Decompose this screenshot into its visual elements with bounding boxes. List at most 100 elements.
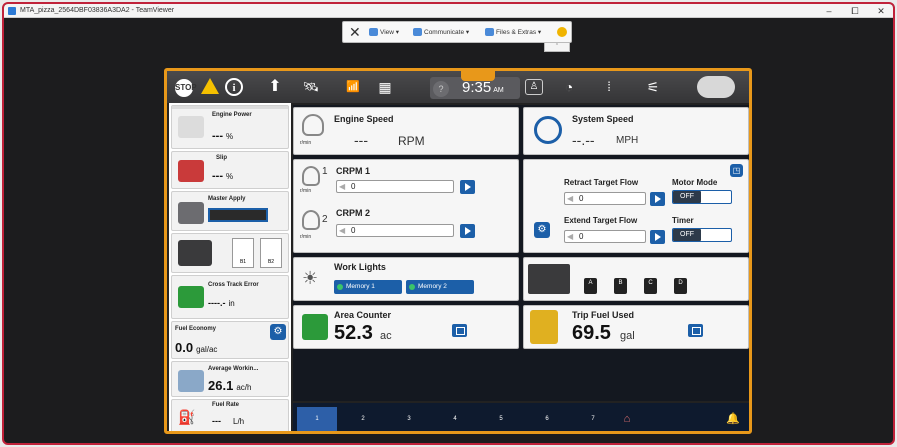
page-tab-3[interactable]: 3 xyxy=(389,407,429,431)
timer-toggle[interactable]: OFF xyxy=(672,228,732,242)
area-counter-reset-button[interactable] xyxy=(452,324,467,337)
slip-card[interactable]: Slip ---% xyxy=(171,151,289,189)
section-control-card[interactable]: B1 B2 xyxy=(171,233,289,273)
crpm2-slider[interactable]: ◀ 0 xyxy=(336,224,454,237)
teamviewer-status-icon[interactable] xyxy=(557,27,567,37)
sidebar: Engine Power ---% Slip ---% Master Apply… xyxy=(169,103,291,431)
arrow-up-icon[interactable]: ⬆ xyxy=(265,77,285,97)
page-tab-bar: 1 2 3 4 5 6 7 ⌂ 🔔 xyxy=(293,403,749,431)
section-b2[interactable]: B2 xyxy=(260,238,282,268)
sequence-a-button[interactable]: A xyxy=(584,278,597,294)
crpm2-icon xyxy=(302,210,320,230)
retract-decrease-icon[interactable]: ◀ xyxy=(567,194,573,203)
crpm-card: 1 r/min CRPM 1 ◀ 0 2 r/min CRPM 2 ◀ 0 xyxy=(293,159,519,253)
crpm1-slider[interactable]: ◀ 0 xyxy=(336,180,454,193)
page-tab-1[interactable]: 1 xyxy=(297,407,337,431)
engine-speed-value: --- xyxy=(354,132,368,148)
wifi-signal-icon[interactable]: 📶 xyxy=(343,77,363,97)
crpm2-title: CRPM 2 xyxy=(336,208,371,218)
files-icon xyxy=(485,28,494,37)
engine-power-card[interactable]: Engine Power ---% xyxy=(171,105,289,149)
motor-mode-toggle[interactable]: OFF xyxy=(672,190,732,204)
home-button[interactable] xyxy=(697,76,735,98)
window-titlebar: MTA_pizza_2564DBF03836A3DA2 - TeamViewer… xyxy=(4,4,893,18)
crpm2-apply-button[interactable] xyxy=(460,224,475,238)
help-icon[interactable]: ? xyxy=(433,81,449,97)
expand-icon[interactable]: ◳ xyxy=(730,164,743,177)
crpm1-value: 0 xyxy=(351,182,356,191)
master-apply-card[interactable]: Master Apply xyxy=(171,191,289,231)
engine-power-value: ---% xyxy=(212,130,233,142)
crpm2-number: 2 xyxy=(322,214,328,225)
engine-power-unit: % xyxy=(226,132,234,141)
card-header-bar xyxy=(172,106,288,109)
view-menu[interactable]: View ▾ xyxy=(369,28,399,37)
slip-number: --- xyxy=(212,170,223,182)
operator-icon[interactable]: ♙ xyxy=(525,79,543,95)
master-apply-label: Master Apply xyxy=(208,196,246,202)
crpm1-decrease-icon[interactable]: ◀ xyxy=(339,182,345,191)
machine-display: STOP i ⬆ 🛰 📶 ▦ ? 9:35 AM ♙ ◔ ⁞ ⚟ Engine P… xyxy=(164,68,752,434)
main-panel: r/min Engine Speed --- RPM System Speed … xyxy=(293,105,749,401)
speedometer-icon xyxy=(534,116,562,144)
master-apply-bar[interactable] xyxy=(208,208,268,222)
implement-icon[interactable]: ⚟ xyxy=(643,77,663,97)
engine-power-number: --- xyxy=(212,130,223,142)
grid-menu-icon[interactable]: ▦ xyxy=(375,77,395,97)
fuel-economy-card[interactable]: Fuel Economy ⚙ 0.0 gal/ac xyxy=(171,321,289,359)
engine-speed-icon xyxy=(302,114,324,136)
view-icon xyxy=(369,28,378,37)
retract-flow-slider[interactable]: ◀ 0 xyxy=(564,192,646,205)
communicate-menu[interactable]: Communicate ▾ xyxy=(413,28,469,37)
files-extras-menu[interactable]: Files & Extras ▾ xyxy=(485,28,541,37)
hydraulics-icon[interactable]: ⁞ xyxy=(599,77,619,97)
cross-track-card[interactable]: Cross Track Error ----.- in xyxy=(171,275,289,319)
trip-fuel-reset-button[interactable] xyxy=(688,324,703,337)
warning-icon[interactable] xyxy=(201,78,219,94)
close-session-icon[interactable]: ✕ xyxy=(349,24,361,40)
sequence-d-button[interactable]: D xyxy=(674,278,687,294)
page-tab-4[interactable]: 4 xyxy=(435,407,475,431)
area-rate-icon xyxy=(178,370,204,392)
fuel-economy-number: 0.0 xyxy=(175,340,194,355)
engine-speed-card[interactable]: r/min Engine Speed --- RPM xyxy=(293,107,519,155)
page-tab-6[interactable]: 6 xyxy=(527,407,567,431)
engine-speed-unit: RPM xyxy=(398,134,425,148)
area-counter-value: 52.3 xyxy=(334,322,373,344)
maximize-button[interactable]: ⧠ xyxy=(842,5,868,17)
satellite-icon[interactable]: 🛰 xyxy=(301,77,321,97)
minimize-button[interactable]: – xyxy=(816,5,842,17)
memory-1-button[interactable]: Memory 1 xyxy=(334,280,402,294)
sequence-b-button[interactable]: B xyxy=(614,278,627,294)
extend-decrease-icon[interactable]: ◀ xyxy=(567,232,573,241)
sequence-c-button[interactable]: C xyxy=(644,278,657,294)
cross-track-number: ----.- xyxy=(208,298,226,308)
page-edit-icon[interactable]: ⌂ xyxy=(607,407,647,431)
close-window-button[interactable]: ✕ xyxy=(868,5,893,17)
area-counter-unit: ac xyxy=(380,330,392,342)
trip-fuel-card[interactable]: Trip Fuel Used 69.5 gal xyxy=(523,305,749,349)
page-tab-2[interactable]: 2 xyxy=(343,407,383,431)
fuel-rate-card[interactable]: ⛽⏳ Fuel Rate --- L/h xyxy=(171,399,289,431)
extend-flow-slider[interactable]: ◀ 0 xyxy=(564,230,646,243)
section-b1[interactable]: B1 xyxy=(232,238,254,268)
settings-gear-icon[interactable]: ⚙ xyxy=(270,324,286,340)
system-speed-card[interactable]: System Speed --.-- MPH xyxy=(523,107,749,155)
hydraulic-settings-icon[interactable]: ⚙ xyxy=(534,222,550,238)
info-icon[interactable]: i xyxy=(225,78,243,96)
teamviewer-toolbar: ✕ View ▾ Communicate ▾ Files & Extras ▾ xyxy=(342,21,572,43)
extend-flow-apply-button[interactable] xyxy=(650,230,665,244)
crpm2-decrease-icon[interactable]: ◀ xyxy=(339,226,345,235)
area-counter-card[interactable]: Area Counter 52.3 ac xyxy=(293,305,519,349)
notifications-icon[interactable]: 🔔 xyxy=(713,407,749,431)
sequence-card: A B C D xyxy=(523,257,749,301)
crpm1-apply-button[interactable] xyxy=(460,180,475,194)
stop-icon[interactable]: STOP xyxy=(175,79,197,97)
toolbar-collapse-tab[interactable]: ⌃ xyxy=(544,43,570,52)
gauge-icon[interactable]: ◔ xyxy=(559,77,579,97)
retract-flow-apply-button[interactable] xyxy=(650,192,665,206)
avg-working-card[interactable]: Average Workin... 26.1 ac/h xyxy=(171,361,289,397)
memory-2-button[interactable]: Memory 2 xyxy=(406,280,474,294)
page-tab-5[interactable]: 5 xyxy=(481,407,521,431)
tractor-icon xyxy=(178,160,204,182)
